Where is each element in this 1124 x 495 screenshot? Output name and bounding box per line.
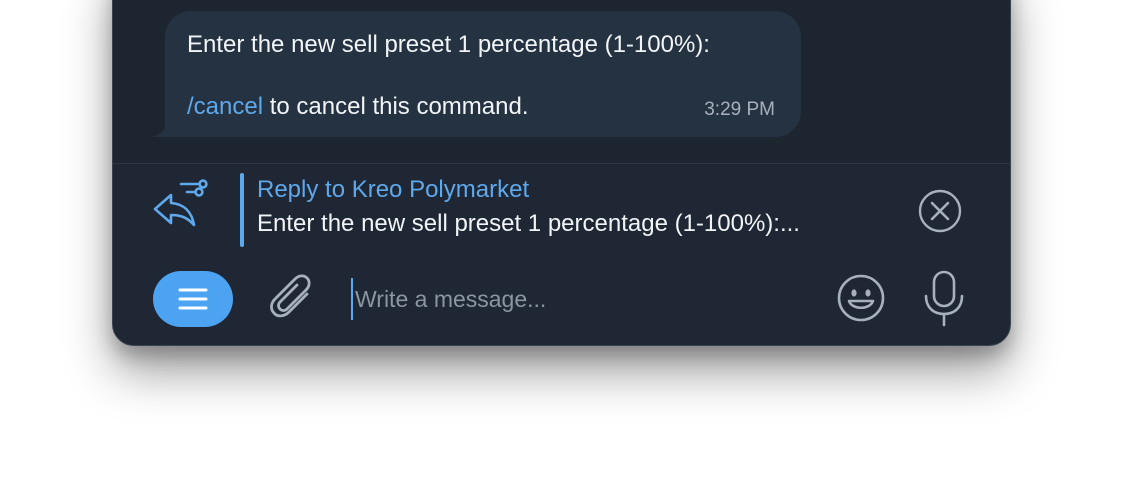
composer-bar [113,252,1010,345]
close-reply-icon[interactable] [917,188,963,234]
paperclip-icon[interactable] [269,272,317,326]
menu-button[interactable] [153,271,233,327]
message-list: Enter the new sell preset 1 percentage (… [113,0,1010,163]
reply-bar: Reply to Kreo Polymarket Enter the new s… [113,164,1010,252]
incoming-message-bubble: Enter the new sell preset 1 percentage (… [165,11,801,137]
microphone-icon[interactable] [921,269,967,327]
emoji-icon[interactable] [835,272,887,324]
chat-window: Enter the new sell preset 1 percentage (… [112,0,1011,346]
message-text-line1: Enter the new sell preset 1 percentage (… [187,31,710,58]
menu-icon [178,288,208,310]
message-input[interactable] [351,278,801,320]
message-text-line2: /cancel to cancel this command. [187,93,529,121]
message-text-suffix: to cancel this command. [263,93,529,120]
message-timestamp: 3:29 PM [704,99,775,120]
reply-preview: Enter the new sell preset 1 percentage (… [257,210,800,237]
reply-accent-bar [240,173,244,247]
cancel-command-link[interactable]: /cancel [187,93,263,120]
reply-title: Reply to Kreo Polymarket [257,176,530,203]
reply-options-icon[interactable] [151,178,211,234]
